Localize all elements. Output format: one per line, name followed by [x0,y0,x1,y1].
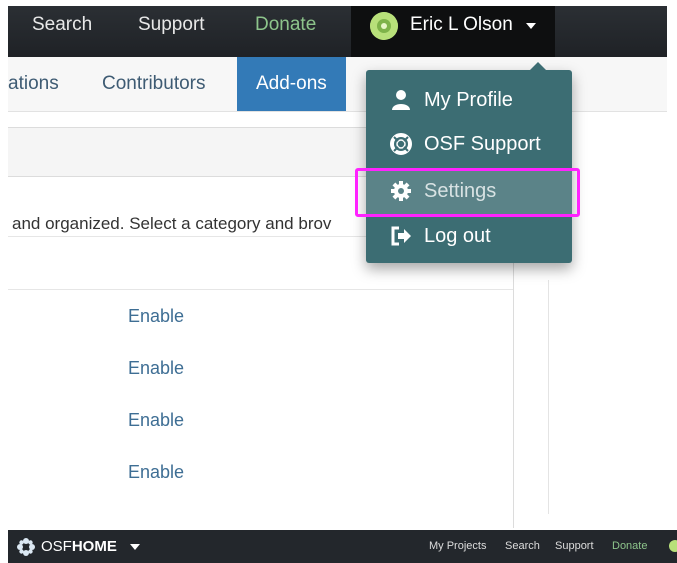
osf-logo-icon [17,538,35,556]
tab-add-ons[interactable]: Add-ons [237,57,346,111]
menu-item-log-out[interactable]: Log out [366,213,572,259]
tab-contributors[interactable]: Contributors [102,57,206,111]
nav-support-link[interactable]: Support [138,6,205,57]
tab-registrations[interactable]: ations [8,57,59,111]
menu-item-label: OSF Support [424,133,541,155]
user-menu-toggle[interactable]: Eric L Olson [351,6,555,57]
divider [548,280,549,514]
enable-link[interactable]: Enable [128,462,184,483]
avatar [370,12,398,40]
divider [8,289,513,290]
bottom-navbar: OSFHOME My Projects Search Support Donat… [8,530,677,563]
menu-item-label: Log out [424,225,491,247]
brand-main: HOME [71,538,117,555]
highlight-box [355,168,580,217]
nav-support-link[interactable]: Support [555,530,594,563]
logout-icon [391,226,411,246]
brand-prefix: OSF [41,538,72,555]
nav-search-link[interactable]: Search [505,530,540,563]
user-icon [392,90,410,110]
lifebuoy-icon [390,133,412,155]
nav-donate-link[interactable]: Donate [255,6,316,57]
menu-item-my-profile[interactable]: My Profile [366,77,572,123]
user-dropdown-menu: My Profile OSF Support Settings Log out [366,62,572,263]
user-name: Eric L Olson [410,14,513,35]
enable-link[interactable]: Enable [128,358,184,379]
top-navbar: Search Support Donate Eric L Olson [8,6,667,57]
enable-link[interactable]: Enable [128,410,184,431]
nav-my-projects-link[interactable]: My Projects [429,530,486,563]
menu-item-osf-support[interactable]: OSF Support [366,121,572,167]
addons-description: and organized. Select a category and bro… [12,214,332,233]
nav-donate-link[interactable]: Donate [612,530,647,563]
enable-link[interactable]: Enable [128,306,184,327]
nav-search-link[interactable]: Search [32,6,92,57]
avatar[interactable] [669,540,677,552]
chevron-down-icon [526,23,536,29]
menu-item-label: My Profile [424,89,513,111]
osf-home-brand[interactable]: OSFHOME [41,530,117,563]
chevron-down-icon[interactable] [130,544,140,550]
